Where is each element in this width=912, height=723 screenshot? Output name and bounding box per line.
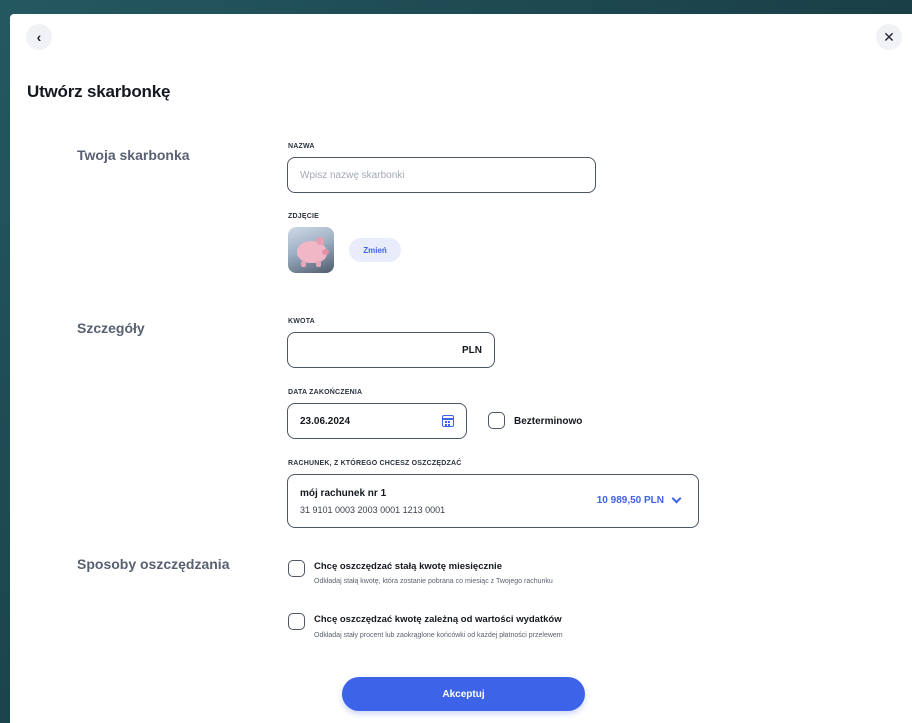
indefinite-checkbox[interactable] xyxy=(488,412,505,429)
close-icon: ✕ xyxy=(883,28,895,45)
calendar-icon[interactable] xyxy=(442,415,454,427)
end-date-value: 23.06.2024 xyxy=(300,415,351,427)
amount-currency: PLN xyxy=(462,344,482,356)
pig-leg-shape xyxy=(301,261,306,267)
account-select[interactable]: mój rachunek nr 1 31 9101 0003 2003 0001… xyxy=(287,474,699,528)
close-button[interactable]: ✕ xyxy=(876,24,902,50)
end-date-input[interactable]: 23.06.2024 xyxy=(287,403,467,439)
spending-based-checkbox[interactable] xyxy=(288,613,305,630)
spending-based-title: Chcę oszczędzać kwotę zależną od wartośc… xyxy=(314,614,562,625)
pig-ear-shape xyxy=(316,237,324,245)
account-label: RACHUNEK, Z KTÓREGO CHCESZ OSZCZĘDZAĆ xyxy=(288,460,462,467)
page-title: Utwórz skarbonkę xyxy=(27,82,171,101)
account-number: 31 9101 0003 2003 0001 1213 0001 xyxy=(300,505,446,515)
name-placeholder: Wpisz nazwę skarbonki xyxy=(300,169,405,181)
end-date-label: DATA ZAKOŃCZENIA xyxy=(288,389,363,396)
change-photo-button[interactable]: Zmień xyxy=(349,238,401,262)
create-piggy-bank-dialog: ‹ ✕ Utwórz skarbonkę Twoja skarbonka NAZ… xyxy=(10,14,912,723)
photo-label: ZDJĘCIE xyxy=(288,213,319,220)
account-balance: 10 989,50 PLN xyxy=(596,495,664,506)
back-button[interactable]: ‹ xyxy=(26,24,52,50)
pig-leg-shape xyxy=(316,261,321,267)
account-name: mój rachunek nr 1 xyxy=(300,488,387,499)
accept-button[interactable]: Akceptuj xyxy=(342,677,585,711)
fixed-monthly-title: Chcę oszczędzać stałą kwotę miesięcznie xyxy=(314,561,502,572)
spending-based-desc: Odkładaj stały procent lub zaokrąglone k… xyxy=(314,632,563,639)
amount-input[interactable]: PLN xyxy=(287,332,495,368)
chevron-down-icon xyxy=(671,493,682,504)
fixed-monthly-desc: Odkładaj stałą kwotę, która zostanie pob… xyxy=(314,578,553,585)
amount-label: KWOTA xyxy=(288,318,315,325)
name-input[interactable]: Wpisz nazwę skarbonki xyxy=(287,157,596,193)
section-title-methods: Sposoby oszczędzania xyxy=(77,556,230,572)
pig-snout-shape xyxy=(322,249,329,255)
fixed-monthly-checkbox[interactable] xyxy=(288,560,305,577)
chevron-left-icon: ‹ xyxy=(36,29,42,45)
indefinite-label: Bezterminowo xyxy=(514,416,583,427)
section-title-details: Szczegóły xyxy=(77,320,145,336)
section-title-piggy: Twoja skarbonka xyxy=(77,147,190,163)
name-label: NAZWA xyxy=(288,143,315,150)
piggy-bank-photo[interactable] xyxy=(288,227,334,273)
